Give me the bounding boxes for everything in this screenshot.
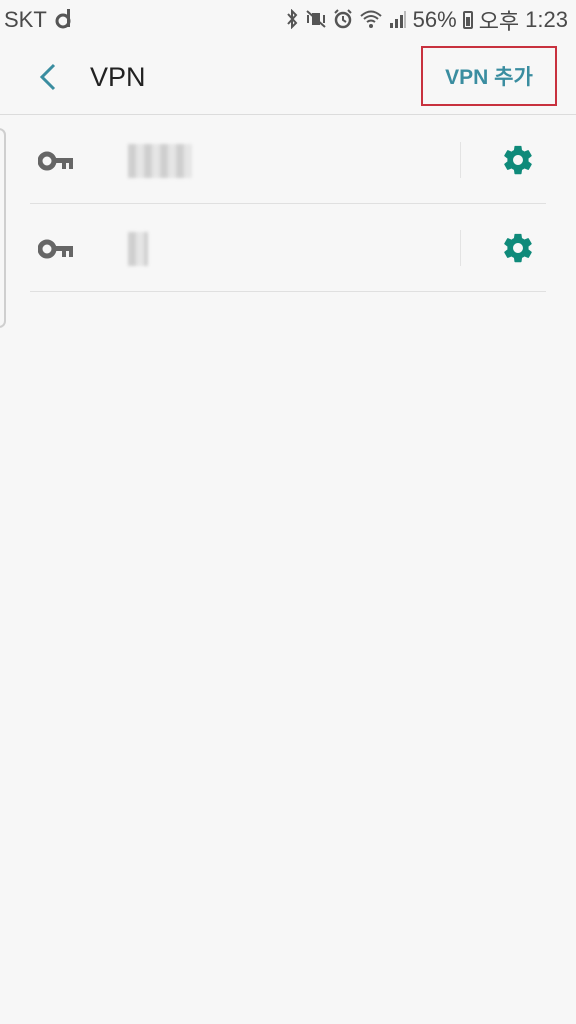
vpn-name: ▮▮▮▮ [128,144,192,178]
gear-icon [504,145,532,175]
data-saver-icon [55,8,73,32]
back-button[interactable] [28,54,68,100]
header-divider [0,114,576,115]
edge-panel-handle[interactable] [0,128,6,328]
chevron-left-icon [39,63,56,91]
alarm-icon [333,8,353,32]
carrier-label: SKT [4,7,47,32]
status-right: 56% 오후 1:23 [285,4,576,36]
status-bar: SKT 56% 오후 1:23 [0,0,576,40]
key-icon [37,150,74,177]
clock: 1:23 [525,7,568,32]
action-bar: VPN VPN 추가 [0,40,576,114]
vpn-name: ▮ [128,232,148,266]
vibrate-mute-icon [305,9,327,32]
vpn-settings-button[interactable] [498,140,538,180]
row-divider [30,291,546,292]
vpn-list-item[interactable]: ▮▮▮▮ [30,116,546,204]
signal-icon [389,9,407,32]
vpn-settings-button[interactable] [498,228,538,268]
wifi-icon [359,9,383,32]
vpn-list-item[interactable]: ▮ [30,204,546,292]
page-title: VPN [90,62,146,92]
row-separator [460,142,461,178]
row-separator [460,230,461,266]
status-left: SKT [0,7,73,33]
battery-icon [462,11,473,29]
ampm-label: 오후 [478,9,520,34]
bluetooth-icon [285,8,299,32]
battery-percent: 56% [412,7,457,32]
add-vpn-button[interactable]: VPN 추가 [421,46,557,106]
key-icon [37,238,74,265]
gear-icon [504,233,532,263]
